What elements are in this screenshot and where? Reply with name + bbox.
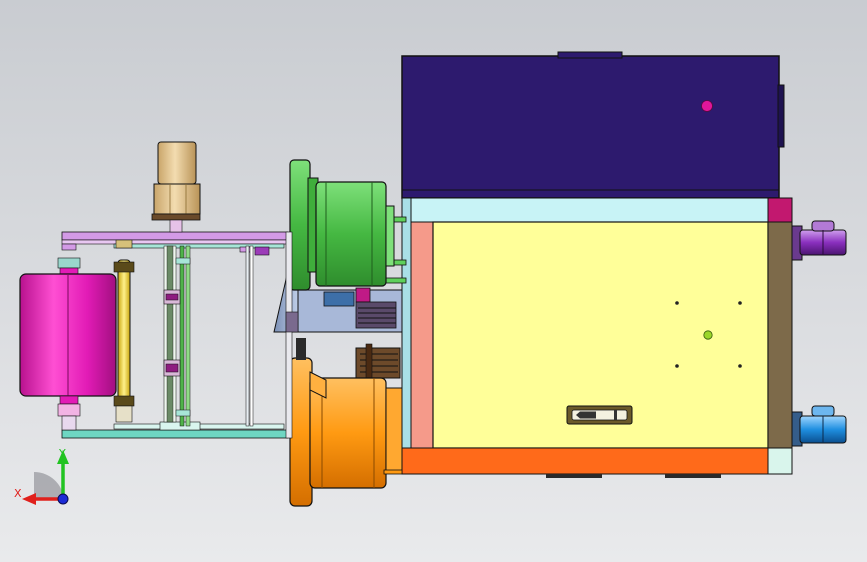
tan-cylinder <box>151 141 201 233</box>
magenta-indicator-dot <box>701 100 713 112</box>
slot-handle-icon <box>566 405 633 425</box>
triad-y-label: Y <box>58 447 66 460</box>
main-frame <box>401 197 793 478</box>
green-motor-assembly <box>273 159 403 333</box>
triad-x-label: X <box>14 487 22 500</box>
cad-viewport[interactable]: Y X <box>0 0 867 562</box>
motor-housing <box>401 51 785 199</box>
cad-drawing: Y X <box>0 0 867 562</box>
